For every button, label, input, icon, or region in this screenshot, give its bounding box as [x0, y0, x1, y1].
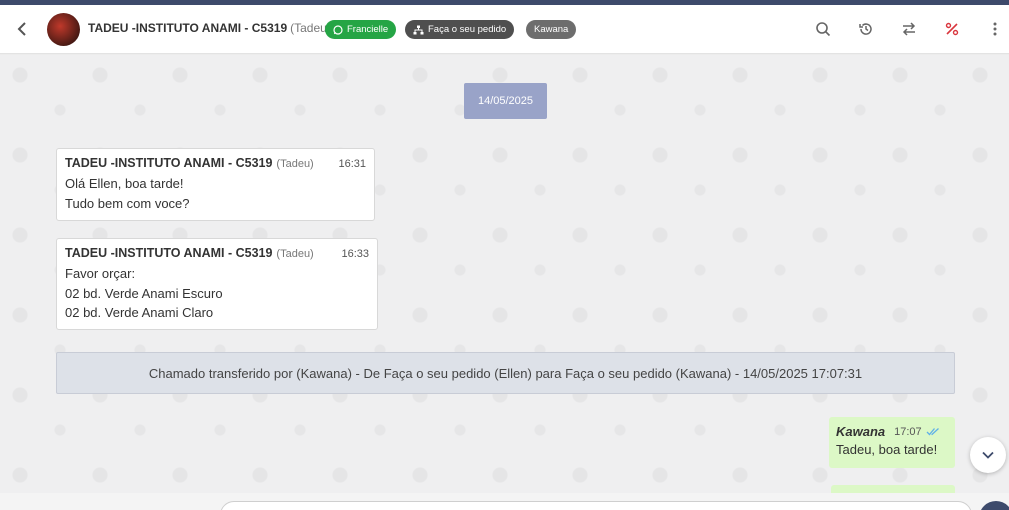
message-sender: TADEU -INSTITUTO ANAMI - C5319	[65, 156, 273, 170]
chevron-down-icon	[982, 451, 994, 459]
search-button[interactable]	[814, 20, 832, 38]
tag-user[interactable]: Kawana	[526, 20, 577, 39]
message-line: 02 bd. Verde Anami Claro	[65, 305, 214, 320]
message-sender: Kawana	[836, 424, 886, 439]
transfer-icon	[902, 22, 916, 36]
back-button[interactable]	[12, 19, 32, 39]
double-check-icon	[926, 427, 940, 436]
tag-queue-label: Faça o seu pedido	[428, 24, 507, 35]
contact-name: TADEU -INSTITUTO ANAMI - C5319	[88, 21, 288, 35]
message-bubble[interactable]: TADEU -INSTITUTO ANAMI - C5319 (Tadeu) 1…	[56, 148, 375, 221]
message-line: Favor orçar:	[65, 266, 136, 281]
message-bubble[interactable]: TADEU -INSTITUTO ANAMI - C5319 (Tadeu) 1…	[56, 238, 378, 330]
system-message: Chamado transferido por (Kawana) - De Fa…	[56, 352, 955, 394]
message-input[interactable]	[220, 501, 972, 510]
message-sender-nickname: (Tadeu)	[276, 158, 314, 170]
transfer-button[interactable]	[900, 20, 918, 38]
message-line: 02 bd. Verde Anami Escuro	[65, 285, 223, 301]
message-time: 16:31	[338, 158, 366, 170]
discount-button[interactable]	[943, 20, 961, 38]
more-options-button[interactable]	[986, 20, 1004, 38]
percent-icon	[945, 22, 959, 36]
history-button[interactable]	[857, 20, 875, 38]
tag-connection[interactable]: Francielle	[325, 20, 397, 39]
outgoing-message-bubble[interactable]: Kawana 17:07 Tadeu, boa tarde!	[829, 417, 955, 468]
outgoing-message-bubble[interactable]	[831, 485, 955, 493]
message-time: 17:07	[894, 425, 922, 438]
search-icon	[816, 22, 831, 37]
avatar[interactable]	[47, 13, 80, 46]
message-text: Tadeu, boa tarde!	[836, 442, 938, 457]
whatsapp-icon	[333, 24, 343, 35]
contact-title[interactable]: TADEU -INSTITUTO ANAMI - C5319 (Tadeu)	[88, 21, 331, 35]
more-vertical-icon	[993, 22, 997, 36]
tag-queue[interactable]: Faça o seu pedido	[405, 20, 515, 39]
date-divider: 14/05/2025	[464, 83, 547, 119]
message-time: 16:33	[341, 248, 369, 260]
chevron-left-icon	[17, 22, 26, 36]
chat-header: TADEU -INSTITUTO ANAMI - C5319 (Tadeu) Fr…	[0, 5, 1009, 54]
tag-user-label: Kawana	[534, 24, 569, 35]
sitemap-icon	[413, 25, 424, 34]
scroll-to-bottom-button[interactable]	[970, 437, 1006, 473]
message-sender-nickname: (Tadeu)	[276, 248, 314, 260]
tag-connection-label: Francielle	[347, 24, 389, 35]
send-button[interactable]	[979, 501, 1009, 510]
chat-area[interactable]: 14/05/2025 TADEU -INSTITUTO ANAMI - C531…	[0, 55, 1009, 493]
message-line: Olá Ellen, boa tarde!	[65, 176, 184, 191]
message-composer	[0, 493, 1009, 510]
message-sender: TADEU -INSTITUTO ANAMI - C5319	[65, 246, 273, 260]
message-line: Tudo bem com voce?	[65, 195, 190, 211]
history-icon	[859, 23, 872, 35]
